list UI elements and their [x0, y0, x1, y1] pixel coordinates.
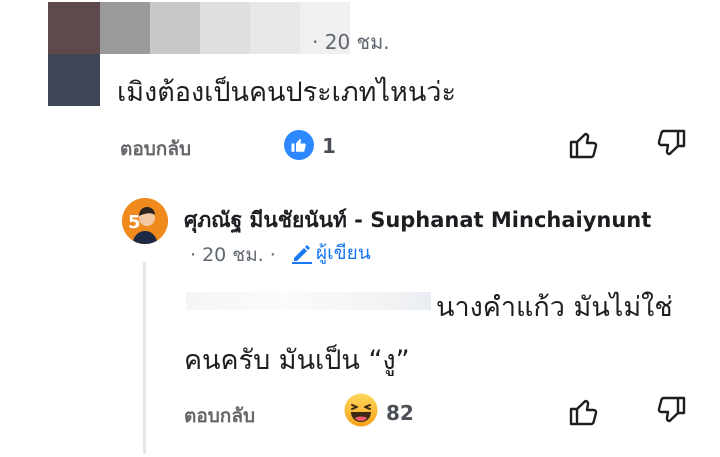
reply-button[interactable]: ตอบกลับ: [120, 134, 191, 164]
reaction-count: 1: [322, 134, 336, 158]
author-badge-label: ผู้เขียน: [316, 242, 371, 264]
comment-timestamp: · 20 ชม.: [312, 30, 390, 54]
thumbs-up-icon[interactable]: [566, 126, 602, 162]
reaction-count: 82: [386, 401, 414, 425]
author-name[interactable]: ศุภณัฐ มีนชัยนันท์ - Suphanat Minchaiynu…: [184, 204, 651, 237]
author-avatar[interactable]: 5: [122, 198, 168, 244]
thumbs-down-icon[interactable]: [653, 126, 689, 162]
blurred-mention: [186, 292, 431, 310]
author-badge[interactable]: ผู้เขียน: [290, 238, 371, 268]
like-icon[interactable]: [284, 130, 314, 160]
thumbs-down-icon[interactable]: [653, 393, 689, 429]
avatar-badge-number: 5: [128, 212, 141, 233]
reply-text-line2: คนครับ มันเป็น “งู”: [184, 345, 410, 376]
thumbs-up-icon[interactable]: [566, 393, 602, 429]
reply-text-line1: นางคำแก้ว มันไม่ใช่: [436, 292, 673, 323]
comment-text: เมิงต้องเป็นคนประเภทไหนว่ะ: [117, 77, 456, 108]
reply-thread-line: [143, 262, 146, 454]
laugh-icon[interactable]: [344, 393, 378, 427]
reply-timestamp: · 20 ชม. ·: [190, 244, 276, 266]
commenter-avatar-pixelated[interactable]: [48, 2, 100, 106]
reply-button[interactable]: ตอบกลับ: [184, 401, 255, 431]
pencil-icon: [292, 245, 312, 264]
